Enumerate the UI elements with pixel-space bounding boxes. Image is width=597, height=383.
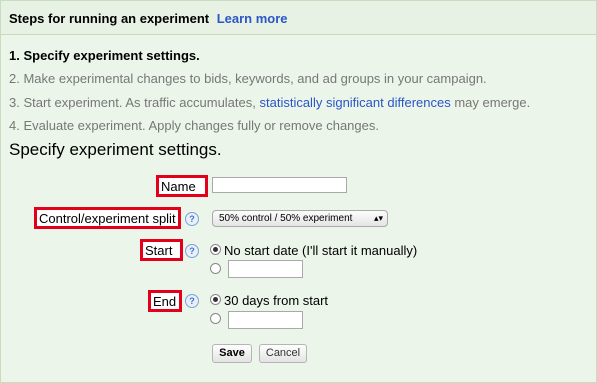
- section-title: Specify experiment settings.: [9, 140, 222, 159]
- split-help-icon[interactable]: ?: [185, 212, 199, 226]
- step-4: 4. Evaluate experiment. Apply changes fu…: [9, 118, 379, 133]
- end-30-days-radio[interactable]: [210, 294, 221, 305]
- start-label: Start: [140, 239, 183, 261]
- significant-differences-link[interactable]: statistically significant differences: [259, 95, 450, 110]
- dropdown-arrows-icon: ▴▾: [373, 213, 383, 223]
- step-3: 3. Start experiment. As traffic accumula…: [9, 95, 530, 110]
- end-date-radio[interactable]: [210, 313, 221, 324]
- split-select-value: 50% control / 50% experiment: [219, 213, 353, 224]
- split-select[interactable]: 50% control / 50% experiment ▴▾: [212, 210, 388, 227]
- step-1: 1. Specify experiment settings.: [9, 48, 200, 63]
- learn-more-link[interactable]: Learn more: [217, 11, 288, 26]
- step-2: 2. Make experimental changes to bids, ke…: [9, 71, 487, 86]
- end-date-input[interactable]: [228, 311, 303, 329]
- step-3-text-start: 3. Start experiment. As traffic accumula…: [9, 95, 260, 110]
- end-label: End: [148, 290, 182, 312]
- header-title-text: Steps for running an experiment: [9, 11, 210, 26]
- experiment-panel: Steps for running an experiment Learn mo…: [0, 0, 597, 383]
- end-help-icon[interactable]: ?: [185, 294, 199, 308]
- header-title: Steps for running an experiment Learn mo…: [9, 11, 288, 26]
- start-date-radio[interactable]: [210, 263, 221, 274]
- name-input[interactable]: [212, 177, 347, 193]
- start-no-date-label: No start date (I'll start it manually): [224, 243, 418, 258]
- split-label: Control/experiment split: [34, 207, 181, 229]
- start-no-date-radio[interactable]: [210, 244, 221, 255]
- cancel-button[interactable]: Cancel: [259, 344, 307, 363]
- start-help-icon[interactable]: ?: [185, 244, 199, 258]
- end-30-days-label: 30 days from start: [224, 293, 329, 308]
- step-3-text-end: may emerge.: [450, 95, 531, 110]
- save-button[interactable]: Save: [212, 344, 252, 363]
- start-date-input[interactable]: [228, 260, 303, 278]
- panel-header: Steps for running an experiment Learn mo…: [1, 1, 596, 35]
- name-label: Name: [156, 175, 208, 197]
